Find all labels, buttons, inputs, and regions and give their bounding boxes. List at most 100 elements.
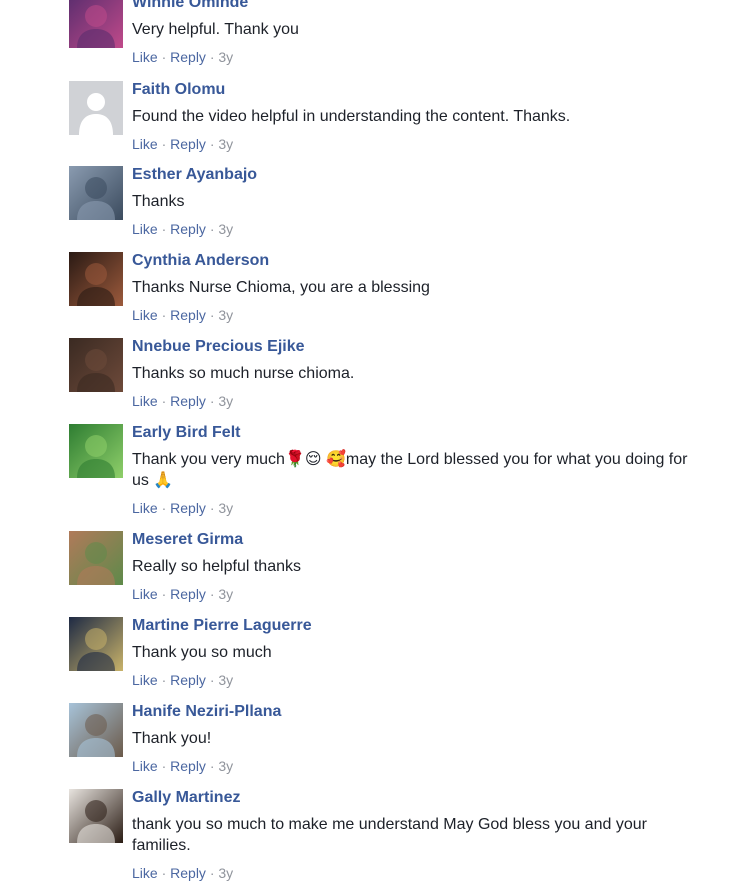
separator-dot: · [157, 307, 171, 323]
comment-actions: Like · Reply · 3y [132, 220, 692, 238]
reply-link[interactable]: Reply [170, 865, 206, 881]
comment-actions: Like · Reply · 3y [132, 306, 692, 324]
comment-body: Cynthia Anderson Thanks Nurse Chioma, you… [132, 252, 692, 324]
reply-link[interactable]: Reply [170, 758, 206, 774]
comment-actions: Like · Reply · 3y [132, 864, 692, 882]
separator-dot: · [157, 49, 171, 65]
comment-timestamp[interactable]: 3y [218, 393, 233, 409]
comment-author-link[interactable]: Early Bird Felt [132, 423, 692, 443]
comment-author-link[interactable]: Gally Martinez [132, 788, 692, 808]
comment-actions: Like · Reply · 3y [132, 392, 692, 410]
reply-link[interactable]: Reply [170, 136, 206, 152]
comment-timestamp[interactable]: 3y [218, 307, 233, 323]
comment-author-link[interactable]: Nnebue Precious Ejike [132, 337, 692, 357]
like-link[interactable]: Like [132, 586, 158, 602]
user-avatar[interactable] [69, 252, 123, 306]
like-link[interactable]: Like [132, 672, 158, 688]
comment-author-link[interactable]: Esther Ayanbajo [132, 165, 692, 185]
separator-dot: · [205, 49, 219, 65]
reply-link[interactable]: Reply [170, 672, 206, 688]
separator-dot: · [157, 672, 171, 688]
reply-link[interactable]: Reply [170, 393, 206, 409]
comment-timestamp[interactable]: 3y [218, 221, 233, 237]
like-link[interactable]: Like [132, 136, 158, 152]
comment-body: Esther Ayanbajo Thanks Like · Reply · 3y [132, 166, 692, 238]
comment-body: Martine Pierre Laguerre Thank you so much… [132, 617, 692, 689]
comment-author-link[interactable]: Hanife Neziri-Pllana [132, 702, 692, 722]
default-user-avatar-icon[interactable] [69, 81, 123, 135]
comment-text: Thanks [132, 193, 185, 210]
like-link[interactable]: Like [132, 393, 158, 409]
separator-dot: · [205, 393, 219, 409]
comment-actions: Like · Reply · 3y [132, 499, 692, 517]
comment-text: Thanks Nurse Chioma, you are a blessing [132, 279, 430, 296]
separator-dot: · [205, 307, 219, 323]
user-avatar[interactable] [69, 424, 123, 478]
user-avatar[interactable] [69, 789, 123, 843]
comment-text: Really so helpful thanks [132, 558, 301, 575]
like-link[interactable]: Like [132, 758, 158, 774]
separator-dot: · [157, 500, 171, 516]
like-link[interactable]: Like [132, 865, 158, 881]
user-avatar[interactable] [69, 338, 123, 392]
comment-body: Nnebue Precious Ejike Thanks so much nurs… [132, 338, 692, 410]
user-avatar[interactable] [69, 703, 123, 757]
comment-author-link[interactable]: Meseret Girma [132, 530, 692, 550]
like-link[interactable]: Like [132, 307, 158, 323]
comment-actions: Like · Reply · 3y [132, 48, 692, 66]
separator-dot: · [205, 672, 219, 688]
separator-dot: · [205, 865, 219, 881]
comment-timestamp[interactable]: 3y [218, 586, 233, 602]
reply-link[interactable]: Reply [170, 49, 206, 65]
comment-author-link[interactable]: Faith Olomu [132, 80, 692, 100]
comment-timestamp[interactable]: 3y [218, 136, 233, 152]
comment-body: Gally Martinez thank you so much to make … [132, 789, 692, 882]
separator-dot: · [205, 586, 219, 602]
comment-body: Early Bird Felt Thank you very much🌹😌 🥰ma… [132, 424, 692, 517]
like-link[interactable]: Like [132, 500, 158, 516]
comment-actions: Like · Reply · 3y [132, 757, 692, 775]
comment-actions: Like · Reply · 3y [132, 671, 692, 689]
separator-dot: · [157, 393, 171, 409]
comment-actions: Like · Reply · 3y [132, 135, 692, 153]
comment-body: Hanife Neziri-Pllana Thank you! Like · Rep… [132, 703, 692, 775]
separator-dot: · [157, 136, 171, 152]
comment-author-link[interactable]: Cynthia Anderson [132, 251, 692, 271]
reply-link[interactable]: Reply [170, 500, 206, 516]
like-link[interactable]: Like [132, 49, 158, 65]
comment-text: Thanks so much nurse chioma. [132, 365, 355, 382]
comment-body: Faith Olomu Found the video helpful in un… [132, 81, 692, 153]
separator-dot: · [157, 221, 171, 237]
comment-timestamp[interactable]: 3y [218, 49, 233, 65]
separator-dot: · [157, 865, 171, 881]
comment-timestamp[interactable]: 3y [218, 758, 233, 774]
comment-timestamp[interactable]: 3y [218, 672, 233, 688]
comment-text: Thank you so much [132, 644, 272, 661]
reply-link[interactable]: Reply [170, 307, 206, 323]
comment-text: Thank you! [132, 730, 212, 747]
comment-timestamp[interactable]: 3y [218, 865, 233, 881]
comment-author-link[interactable]: Martine Pierre Laguerre [132, 616, 692, 636]
comment-actions: Like · Reply · 3y [132, 585, 692, 603]
user-avatar[interactable] [69, 0, 123, 48]
separator-dot: · [157, 758, 171, 774]
reply-link[interactable]: Reply [170, 586, 206, 602]
comment-text: Found the video helpful in understanding… [132, 108, 571, 125]
user-avatar[interactable] [69, 166, 123, 220]
comment-text: Thank you very much🌹😌 🥰may the Lord bles… [132, 451, 688, 489]
separator-dot: · [205, 136, 219, 152]
user-avatar[interactable] [69, 531, 123, 585]
comment-author-link[interactable]: Winnie Ominde [132, 0, 692, 13]
separator-dot: · [205, 758, 219, 774]
comment-text: thank you so much to make me understand … [132, 816, 647, 854]
comment-timestamp[interactable]: 3y [218, 500, 233, 516]
user-avatar[interactable] [69, 617, 123, 671]
comment-body: Winnie Ominde Very helpful. Thank you Like… [132, 0, 692, 66]
separator-dot: · [205, 500, 219, 516]
reply-link[interactable]: Reply [170, 221, 206, 237]
comment-list: Winnie Ominde Very helpful. Thank you Like… [0, 0, 748, 882]
comment-body: Meseret Girma Really so helpful thanks Lik… [132, 531, 692, 603]
like-link[interactable]: Like [132, 221, 158, 237]
separator-dot: · [157, 586, 171, 602]
comment-text: Very helpful. Thank you [132, 21, 299, 38]
